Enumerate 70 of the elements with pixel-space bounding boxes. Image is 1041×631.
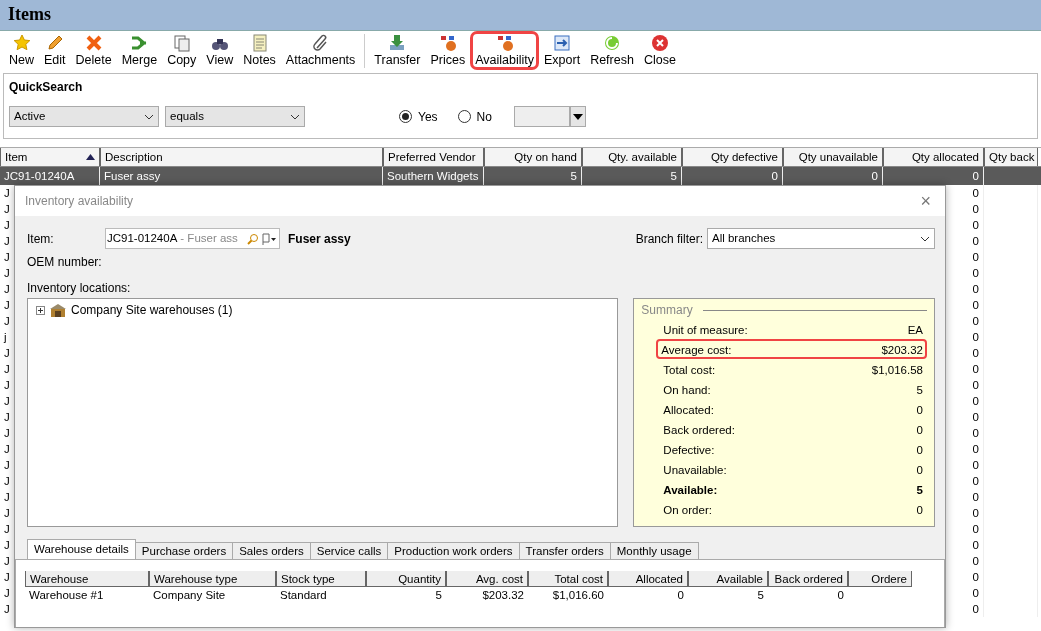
column-header[interactable]: Qty back	[984, 148, 1038, 166]
column-header[interactable]: Total cost	[528, 571, 608, 587]
table-cell-text: Standard	[279, 588, 328, 603]
toolbar-button[interactable]: Delete	[70, 31, 117, 70]
branch-dropdown[interactable]: All branches	[707, 228, 935, 249]
tab[interactable]: Monthly usage	[609, 542, 699, 559]
table-cell-text: 0	[836, 588, 845, 603]
summary-value: 0	[916, 443, 923, 457]
column-header[interactable]: Back ordered	[768, 571, 848, 587]
toolbar-button[interactable]: Merge	[116, 31, 163, 70]
summary-label: Average cost:	[661, 343, 732, 357]
summary-label: On hand:	[663, 383, 711, 397]
toolbar-button[interactable]: New	[4, 31, 39, 70]
radio-label: No	[476, 108, 492, 126]
toolbar-button[interactable]: Refresh	[585, 31, 639, 70]
column-header[interactable]: Allocated	[608, 571, 688, 587]
column-header[interactable]: Available	[688, 571, 768, 587]
summary-label: Available:	[663, 483, 718, 497]
summary-value: 0	[916, 503, 923, 517]
summary-label: Back ordered:	[663, 423, 735, 437]
summary-label: On order:	[663, 503, 712, 517]
table-cell-text: 0	[676, 588, 685, 603]
table-cell-text: Company Site	[152, 588, 227, 603]
column-header[interactable]: Item	[0, 148, 100, 166]
panel-title: QuickSearch	[9, 79, 84, 96]
table-cell-text: 5	[756, 588, 765, 603]
column-header[interactable]: Stock type	[276, 571, 366, 587]
column-header[interactable]: Qty defective	[682, 148, 783, 166]
field-dropdown[interactable]: Active	[9, 106, 159, 127]
item-field[interactable]: JC91-01240A - Fuser ass	[105, 228, 280, 249]
item-description: Fuser assy	[288, 230, 351, 248]
column-header[interactable]: Warehouse	[25, 571, 149, 587]
column-header[interactable]: Warehouse type	[149, 571, 276, 587]
radio-label: Yes	[418, 108, 438, 126]
toolbar-button[interactable]: View	[201, 31, 239, 70]
table-cell-text: 5	[434, 588, 443, 603]
toolbar-button[interactable]: Prices	[425, 31, 471, 70]
operator-dropdown[interactable]: equals	[165, 106, 305, 127]
column-header[interactable]: Quantity	[366, 571, 446, 587]
field-label: Branch filter:	[635, 230, 703, 248]
column-header[interactable]: Ordere	[848, 571, 912, 587]
column-header[interactable]: Qty unavailable	[783, 148, 883, 166]
summary-label: Total cost:	[663, 363, 716, 377]
table-cell-text: $1,016.60	[551, 588, 605, 603]
toolbar-button[interactable]: Edit	[39, 31, 71, 70]
toolbar-button[interactable]: Attachments	[280, 31, 361, 70]
summary-value: 0	[916, 423, 923, 437]
panel-title: Summary	[641, 302, 693, 319]
column-header[interactable]: Preferred Vendor	[383, 148, 484, 166]
summary-label: Unavailable:	[663, 463, 727, 477]
column-header[interactable]: Avg. cost	[446, 571, 528, 587]
toolbar-button[interactable]: Availability	[470, 31, 539, 70]
summary-label: Allocated:	[663, 403, 714, 417]
column-header[interactable]: Qty on hand	[484, 148, 582, 166]
summary-label: Unit of measure:	[663, 323, 748, 337]
toolbar-button[interactable]: Transfer	[369, 31, 426, 70]
window-title: Items	[0, 0, 1041, 31]
toolbar-button[interactable]: Notes	[238, 31, 281, 70]
toolbar-button[interactable]: Close	[638, 31, 681, 70]
table-cell-text: $203.32	[481, 588, 525, 603]
toolbar-button[interactable]: Copy	[162, 31, 202, 70]
column-header[interactable]: Qty. available	[582, 148, 682, 166]
summary-label: Defective:	[663, 443, 715, 457]
tab[interactable]: Warehouse details	[27, 539, 136, 559]
toolbar-button[interactable]: Export	[539, 31, 586, 70]
column-header[interactable]: Qty allocated	[883, 148, 984, 166]
summary-value: $203.32	[881, 343, 923, 357]
column-header[interactable]: Description	[100, 148, 383, 166]
field-label: Item:	[27, 230, 55, 248]
table-row[interactable]: JC91-01240A Fuser assy Southern Widgets 5 5 0 0 0	[0, 167, 1041, 185]
